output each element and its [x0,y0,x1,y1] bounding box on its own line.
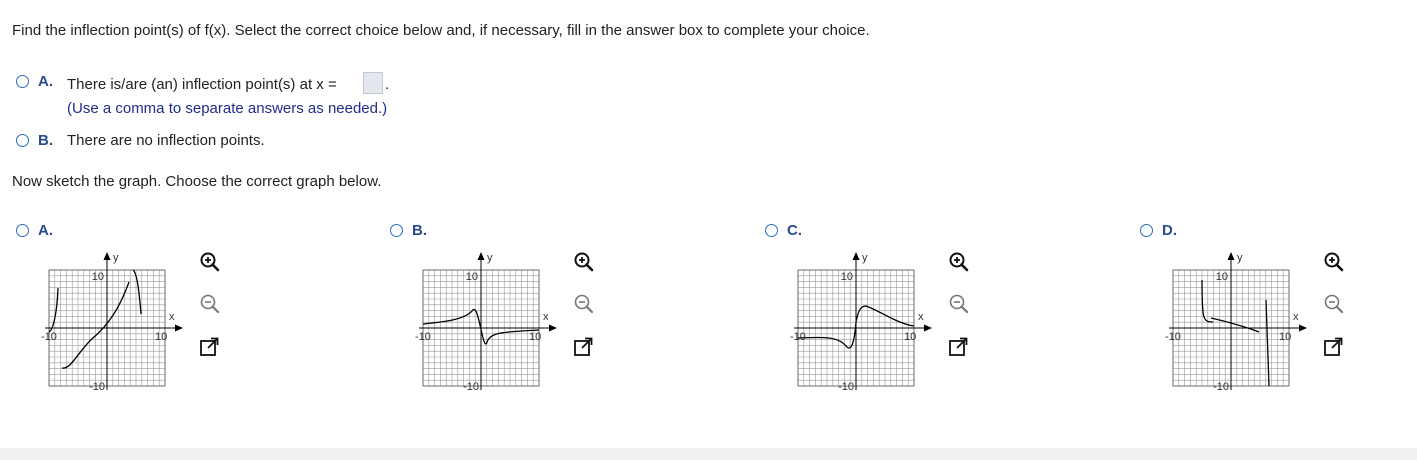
expand-button-c[interactable] [945,334,971,360]
radio-graph-c[interactable] [765,224,778,237]
y-axis-label: y [113,252,119,264]
x-axis-arrow [924,324,932,332]
zoom-in-button-b[interactable] [570,248,596,274]
y-tick-label-neg: -10 [838,381,854,393]
x-axis-label: x [1293,311,1299,323]
question-prompt-1: Find the inflection point(s) of f(x). Se… [12,22,870,39]
x-tick-label-pos: 10 [155,331,167,343]
y-tick-label-pos: 10 [841,271,853,283]
zoom-out-icon [574,294,594,314]
function-curve [48,287,59,333]
expand-icon [1324,337,1343,356]
expand-icon [200,337,219,356]
expand-button-d[interactable] [1320,334,1346,360]
expand-button-b[interactable] [570,334,596,360]
graph-letter-c: C. [787,222,802,239]
x-tick-label-neg: -10 [790,331,806,343]
zoom-out-icon [200,294,220,314]
zoom-out-icon [949,294,969,314]
expand-button-a[interactable] [196,334,222,360]
x-axis-arrow [1299,324,1307,332]
question-prompt-2: Now sketch the graph. Choose the correct… [12,173,382,190]
graph-letter-a: A. [38,222,53,239]
zoom-out-button-b[interactable] [570,290,596,316]
radio-choice-a[interactable] [16,75,29,88]
function-curve [1265,299,1270,387]
expand-icon [574,337,593,356]
zoom-in-icon [949,252,969,272]
graph-letter-d: D. [1162,222,1177,239]
graph-d: 10-10-10 10xy [1165,252,1307,393]
graph-c: 10-10-10 10xy [790,252,932,393]
x-tick-label-neg: -10 [1165,331,1181,343]
zoom-in-icon [1324,252,1344,272]
choice-letter-a: A. [38,73,53,90]
zoom-in-icon [574,252,594,272]
radio-graph-d[interactable] [1140,224,1153,237]
x-axis-label: x [543,311,549,323]
x-axis-arrow [175,324,183,332]
y-tick-label-neg: -10 [89,381,105,393]
choice-letter-b: B. [38,132,53,149]
x-tick-label-pos: 10 [1279,331,1291,343]
zoom-in-button-d[interactable] [1320,248,1346,274]
zoom-in-icon [200,252,220,272]
zoom-out-button-a[interactable] [196,290,222,316]
y-axis-label: y [1237,252,1243,264]
function-curve [1210,317,1260,333]
choice-hint-a: (Use a comma to separate answers as need… [67,100,388,117]
period-text: . [385,76,390,93]
graph-letter-b: B. [412,222,427,239]
zoom-in-button-c[interactable] [945,248,971,274]
choice-text-b: There are no inflection points. [67,132,265,149]
x-tick-label-neg: -10 [41,331,57,343]
y-tick-label-pos: 10 [1216,271,1228,283]
radio-graph-a[interactable] [16,224,29,237]
function-curve [132,269,142,315]
radio-graph-b[interactable] [390,224,403,237]
x-tick-label-pos: 10 [529,331,541,343]
zoom-out-button-d[interactable] [1320,290,1346,316]
x-tick-label-pos: 10 [904,331,916,343]
y-axis-arrow [477,252,485,260]
y-tick-label-pos: 10 [466,271,478,283]
expand-icon [949,337,968,356]
radio-choice-b[interactable] [16,134,29,147]
y-tick-label-pos: 10 [92,271,104,283]
graph-b: 10-10-10 10xy [415,252,557,393]
footer-bar [0,448,1417,460]
x-axis-label: x [918,311,924,323]
zoom-in-button-a[interactable] [196,248,222,274]
x-tick-label-neg: -10 [415,331,431,343]
y-axis-label: y [487,252,493,264]
answer-input-box[interactable] [363,72,383,94]
graph-a: 10-10-10 10xy [41,252,183,393]
x-axis-arrow [549,324,557,332]
zoom-out-icon [1324,294,1344,314]
y-tick-label-neg: -10 [463,381,479,393]
y-axis-arrow [852,252,860,260]
y-axis-label: y [862,252,868,264]
y-axis-arrow [103,252,111,260]
x-axis-label: x [169,311,175,323]
choice-text-a: There is/are (an) inflection point(s) at… [67,76,337,93]
y-axis-arrow [1227,252,1235,260]
y-tick-label-neg: -10 [1213,381,1229,393]
zoom-out-button-c[interactable] [945,290,971,316]
